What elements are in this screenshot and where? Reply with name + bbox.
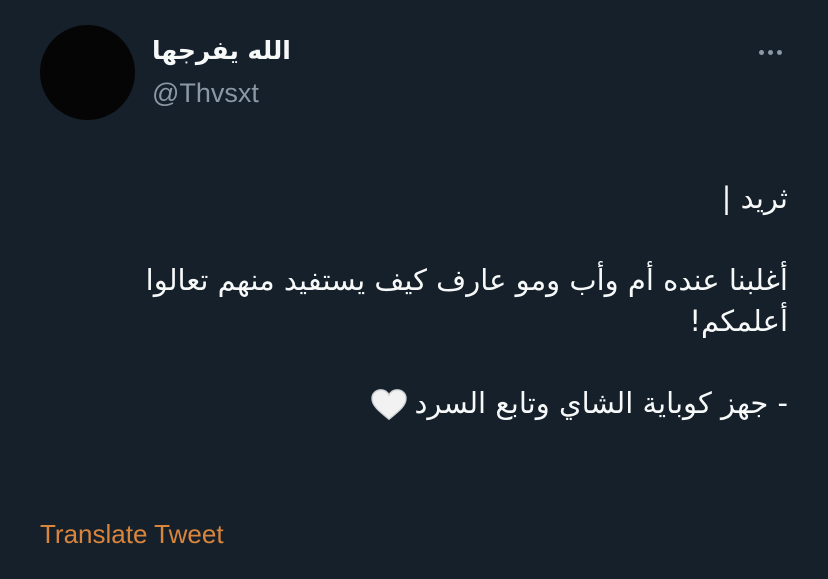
more-options-button[interactable] bbox=[752, 38, 788, 66]
avatar[interactable] bbox=[40, 25, 135, 120]
display-name[interactable]: الله يفرجها bbox=[152, 36, 291, 66]
more-horizontal-icon-dot bbox=[767, 49, 773, 55]
tweet-text: ثريد | أغلبنا عنده أم وأب ومو عارف كيف ي… bbox=[38, 178, 788, 424]
tweet-line-intro: أغلبنا عنده أم وأب ومو عارف كيف يستفيد م… bbox=[145, 263, 788, 297]
more-horizontal-icon-dot bbox=[776, 49, 782, 55]
more-horizontal-icon bbox=[758, 49, 764, 55]
username[interactable]: @Thvsxt bbox=[152, 77, 259, 109]
tweet-card: الله يفرجها @Thvsxt ثريد | أغلبنا عنده أ… bbox=[0, 0, 828, 579]
tweet-line-tea: - جهز كوباية الشاي وتابع السرد bbox=[38, 383, 788, 424]
translate-tweet-link[interactable]: Translate Tweet bbox=[40, 518, 224, 550]
tweet-line-thread: ثريد | bbox=[721, 181, 788, 215]
tweet-line-tea-text: - جهز كوباية الشاي وتابع السرد bbox=[414, 386, 788, 420]
white-heart-icon bbox=[371, 389, 408, 421]
tweet-line-intro-cont: أعلمكم! bbox=[689, 304, 788, 338]
